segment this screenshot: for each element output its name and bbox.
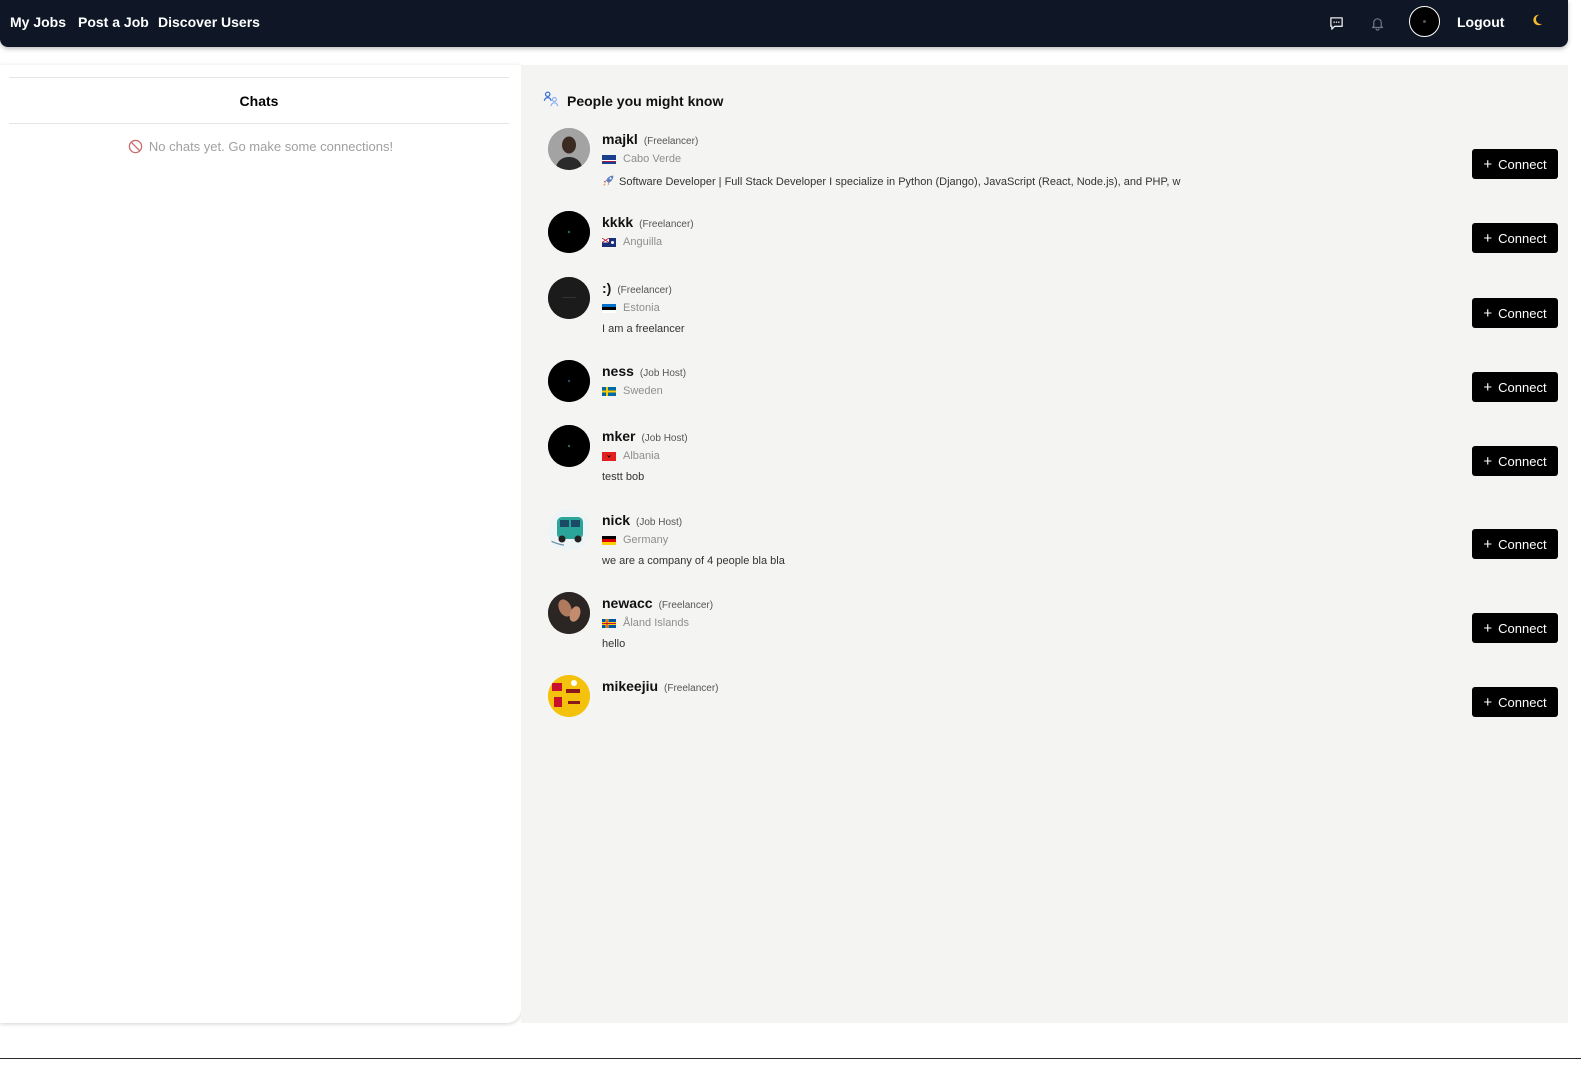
user-role: (Freelancer) (639, 219, 694, 230)
user-name[interactable]: mker (Job Host) (602, 428, 688, 444)
user-location: Åland Islands (602, 617, 689, 629)
bell-icon[interactable] (1366, 12, 1388, 34)
flag-icon (602, 386, 616, 396)
connect-button[interactable]: + Connect (1472, 372, 1558, 402)
user-location: Estonia (602, 302, 660, 314)
connect-button[interactable]: + Connect (1472, 298, 1558, 328)
avatar[interactable] (548, 128, 590, 170)
user-name[interactable]: kkkk (Freelancer) (602, 214, 694, 230)
user-name[interactable]: majkl (Freelancer) (602, 131, 698, 147)
user-location: Anguilla (601, 236, 662, 248)
chats-empty-text: No chats yet. Go make some connections! (148, 139, 394, 154)
plus-icon: + (1483, 452, 1493, 470)
connect-button[interactable]: + Connect (1472, 149, 1558, 179)
avatar[interactable] (548, 211, 590, 253)
plus-icon: + (1483, 535, 1493, 553)
user-location: Sweden (602, 385, 663, 397)
flag-icon (601, 237, 616, 247)
connect-button[interactable]: + Connect (1472, 687, 1558, 717)
moon-icon[interactable] (1531, 13, 1543, 29)
plus-icon: + (1483, 693, 1493, 711)
avatar[interactable] (548, 360, 590, 402)
plus-icon: + (1483, 155, 1493, 173)
user-avatar[interactable] (1409, 6, 1440, 37)
plus-icon: + (1483, 378, 1493, 396)
ban-icon (128, 139, 143, 154)
user-name[interactable]: newacc (Freelancer) (602, 595, 713, 611)
rocket-icon (602, 174, 615, 190)
connect-button[interactable]: + Connect (1472, 223, 1558, 253)
user-bio: testt bob (602, 471, 645, 483)
people-header: People you might know (543, 91, 723, 111)
nav-post-a-job[interactable]: Post a Job (78, 14, 149, 30)
plus-icon: + (1483, 619, 1493, 637)
user-location: Cabo Verde (602, 153, 681, 165)
user-name[interactable]: :) (Freelancer) (602, 280, 672, 296)
user-role: (Freelancer) (664, 683, 719, 694)
nav-my-jobs[interactable]: My Jobs (10, 14, 66, 30)
user-location: Albania (602, 450, 660, 462)
plus-icon: + (1483, 229, 1493, 247)
connect-button[interactable]: + Connect (1472, 446, 1558, 476)
user-name[interactable]: ness (Job Host) (602, 363, 686, 379)
user-role: (Freelancer) (617, 285, 672, 296)
avatar[interactable] (548, 425, 590, 467)
flag-icon (602, 618, 616, 628)
user-bio: Software Developer | Full Stack Develope… (602, 174, 1180, 190)
connect-button[interactable]: + Connect (1472, 529, 1558, 559)
user-location: Germany (602, 534, 668, 546)
connect-button[interactable]: + Connect (1472, 613, 1558, 643)
chats-empty-state: No chats yet. Go make some connections! (0, 139, 521, 154)
user-role: (Freelancer) (658, 600, 714, 611)
flag-icon (602, 154, 616, 164)
avatar[interactable] (548, 509, 590, 551)
chat-icon[interactable] (1325, 12, 1347, 34)
user-role: (Job Host) (636, 517, 683, 528)
user-role: (Freelancer) (643, 136, 699, 147)
user-bio: I am a freelancer (602, 323, 685, 335)
people-panel: People you might know majkl (Freelancer) … (521, 65, 1568, 1023)
user-role: (Job Host) (639, 368, 687, 379)
user-bio: we are a company of 4 people bla bla (602, 555, 785, 567)
user-name[interactable]: mikeejiu (Freelancer) (602, 678, 719, 694)
chats-panel: Chats No chats yet. Go make some connect… (0, 65, 521, 1023)
people-title: People you might know (567, 93, 724, 109)
avatar[interactable] (548, 675, 590, 717)
avatar[interactable] (548, 592, 590, 634)
logout-button[interactable]: Logout (1457, 14, 1504, 30)
chats-title: Chats (9, 77, 509, 124)
flag-icon (602, 451, 616, 461)
plus-icon: + (1483, 304, 1493, 322)
top-navbar: My Jobs Post a Job Discover Users Logout (0, 0, 1568, 47)
flag-icon (602, 535, 616, 545)
footer-divider (0, 1058, 1581, 1068)
user-bio: hello (602, 638, 626, 650)
avatar[interactable] (548, 277, 590, 319)
user-name[interactable]: nick (Job Host) (602, 512, 682, 528)
users-icon (543, 91, 560, 111)
nav-discover-users[interactable]: Discover Users (158, 14, 260, 30)
flag-icon (602, 303, 616, 313)
user-role: (Job Host) (641, 433, 688, 444)
